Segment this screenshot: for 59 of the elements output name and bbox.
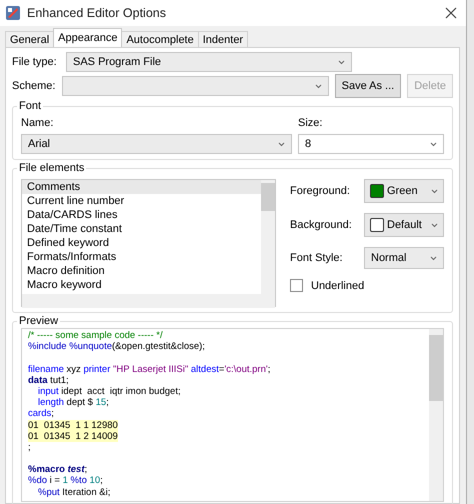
checkbox[interactable] <box>290 279 303 292</box>
checkbox-label: Underlined <box>311 280 364 292</box>
dropdown-value: 8 <box>305 138 312 150</box>
field-label: Foreground: <box>290 185 351 197</box>
code-line: ; <box>28 442 31 453</box>
field-label: Name: <box>21 117 54 129</box>
dropdown-value: Default <box>387 219 423 231</box>
caret-icon <box>431 222 438 228</box>
code-line: input idept acct iqtr imon budget; <box>38 386 181 397</box>
list-item[interactable]: Macro keyword <box>22 278 261 292</box>
field-label: Size: <box>298 117 324 129</box>
tab[interactable]: Autocomplete <box>121 31 199 47</box>
file-type-dropdown[interactable]: SAS Program File <box>66 52 352 72</box>
caret-icon <box>430 142 437 146</box>
dropdown-value: Arial <box>28 138 50 150</box>
app-icon <box>5 5 21 21</box>
code-line: %macro test; <box>28 464 88 476</box>
caret-icon <box>430 256 437 260</box>
caret-icon <box>338 60 345 64</box>
tab[interactable]: General <box>5 31 54 47</box>
field-label: Font Style: <box>290 252 344 264</box>
group-title: Preview <box>17 315 60 327</box>
field-label: Scheme: <box>12 80 56 92</box>
caret-icon <box>431 188 438 194</box>
code-line: /* ----- some sample code ----- */ <box>28 330 163 341</box>
tab[interactable]: Indenter <box>198 31 248 47</box>
tab[interactable]: Appearance <box>53 28 122 47</box>
dropdown-value: Green <box>387 185 419 197</box>
font-style-dropdown[interactable]: Normal <box>364 247 444 269</box>
font-size-dropdown[interactable]: 8 <box>298 134 444 154</box>
group-title: Font <box>17 100 44 112</box>
list-item[interactable]: Current line number <box>22 194 261 208</box>
list-item[interactable]: Data/CARDS lines <box>22 208 261 222</box>
dropdown-value: SAS Program File <box>73 56 162 68</box>
foreground-dropdown[interactable]: Green <box>364 179 444 203</box>
field-label: File type: <box>12 56 58 68</box>
list-item[interactable]: Macro definition <box>22 264 261 278</box>
code-line: data tut1; <box>28 374 69 386</box>
code-line: cards; <box>28 408 54 420</box>
list-item[interactable]: Date/Time constant <box>22 222 261 236</box>
dropdown-value: Normal <box>371 252 406 264</box>
background-dropdown[interactable]: Default <box>364 213 444 237</box>
close-icon[interactable] <box>444 6 458 20</box>
code-line: %put Iteration &i; <box>38 486 110 498</box>
window-title: Enhanced Editor Options <box>27 6 167 20</box>
list-item[interactable]: Defined keyword <box>22 236 261 250</box>
code-line: %include %unquote(&open.gtestit&close); <box>28 341 205 352</box>
code-line: length dept $ 15; <box>38 397 109 408</box>
code-line: %do i = 1 %to 10; <box>28 475 103 486</box>
code-line: filename xyz printer "HP Laserjet IIISi" altdest='c:\out.prn'; <box>28 364 270 375</box>
group-title: File elements <box>17 162 86 174</box>
list-item[interactable]: Comments <box>22 180 261 194</box>
caret-icon <box>278 142 285 146</box>
font-name-dropdown[interactable]: Arial <box>21 134 292 154</box>
scheme-dropdown[interactable] <box>62 76 329 96</box>
list-item[interactable]: Formats/Informats <box>22 250 261 264</box>
button[interactable]: Save As ... <box>334 74 402 98</box>
field-label: Background: <box>290 219 353 231</box>
caret-icon <box>314 84 322 88</box>
